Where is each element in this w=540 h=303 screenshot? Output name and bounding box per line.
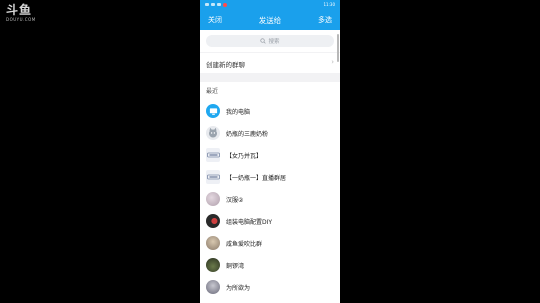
avatar bbox=[206, 280, 220, 294]
notification-icons bbox=[205, 3, 227, 7]
computer-icon bbox=[209, 107, 217, 115]
search-icon bbox=[260, 38, 267, 44]
status-bar: 11:30 bbox=[200, 0, 340, 10]
avatar bbox=[206, 236, 220, 250]
notification-icon bbox=[217, 3, 221, 6]
item-name: 我的电脑 bbox=[226, 108, 251, 116]
list-item[interactable]: 銅锣湾 bbox=[200, 254, 340, 276]
search-placeholder: 搜索 bbox=[268, 39, 280, 45]
item-name: 奶瓶的三鹿奶粉 bbox=[226, 130, 269, 138]
phone-screen: 11:30 关闭 发送给 多选 搜索 创建新的群聊 › 最近 我的电脑 奶瓶的三… bbox=[200, 0, 340, 303]
search-input[interactable]: 搜索 bbox=[206, 35, 334, 47]
avatar bbox=[206, 170, 220, 184]
notification-icon bbox=[211, 3, 215, 6]
list-item[interactable]: 【女乃并瓦】 bbox=[200, 144, 340, 166]
scrollbar[interactable] bbox=[337, 34, 339, 62]
notification-icon bbox=[205, 3, 209, 6]
item-name: 銅锣湾 bbox=[226, 262, 245, 270]
recent-section-header: 最近 bbox=[206, 88, 219, 95]
notification-badge-icon bbox=[223, 3, 227, 7]
cartoon-cat-icon bbox=[209, 127, 217, 138]
avatar bbox=[206, 126, 220, 140]
create-group-row[interactable]: 创建新的群聊 › bbox=[200, 53, 340, 73]
item-name: 组装电脑配置DIY bbox=[226, 218, 273, 226]
avatar bbox=[206, 148, 220, 162]
status-time: 11:30 bbox=[323, 2, 335, 7]
group-logo-icon bbox=[206, 152, 220, 158]
top-nav-bar: 关闭 发送给 多选 bbox=[200, 10, 340, 30]
list-item[interactable]: 汉服② bbox=[200, 188, 340, 210]
avatar bbox=[206, 192, 220, 206]
avatar bbox=[206, 214, 220, 228]
search-bar: 搜索 bbox=[200, 30, 340, 52]
recent-list: 最近 我的电脑 奶瓶的三鹿奶粉 【女乃并瓦】 【一奶瓶一】直播群居 汉服② 组装… bbox=[200, 82, 340, 303]
item-name: 咸鱼爱吹比群 bbox=[226, 240, 263, 248]
item-name: 为所欲为 bbox=[226, 284, 251, 292]
douyu-watermark: 斗鱼 DOUYU.COM bbox=[6, 4, 36, 22]
item-name: 【女乃并瓦】 bbox=[226, 152, 263, 160]
list-item[interactable]: 我的电脑 bbox=[200, 100, 340, 122]
multi-select-button[interactable]: 多选 bbox=[318, 15, 332, 25]
item-name: 【一奶瓶一】直播群居 bbox=[226, 174, 287, 182]
avatar bbox=[206, 104, 220, 118]
list-item[interactable]: 奶瓶的三鹿奶粉 bbox=[200, 122, 340, 144]
list-item[interactable]: 组装电脑配置DIY bbox=[200, 210, 340, 232]
list-item[interactable]: 【一奶瓶一】直播群居 bbox=[200, 166, 340, 188]
create-group-label: 创建新的群聊 bbox=[206, 61, 245, 69]
group-logo-icon bbox=[206, 174, 220, 180]
chevron-right-icon: › bbox=[331, 58, 334, 66]
list-item[interactable]: 咸鱼爱吹比群 bbox=[200, 232, 340, 254]
list-item[interactable]: 为所欲为 bbox=[200, 276, 340, 298]
item-name: 汉服② bbox=[226, 196, 244, 204]
watermark-main-text: 斗鱼 bbox=[6, 3, 33, 17]
avatar bbox=[206, 258, 220, 272]
watermark-sub-text: DOUYU.COM bbox=[6, 17, 36, 22]
